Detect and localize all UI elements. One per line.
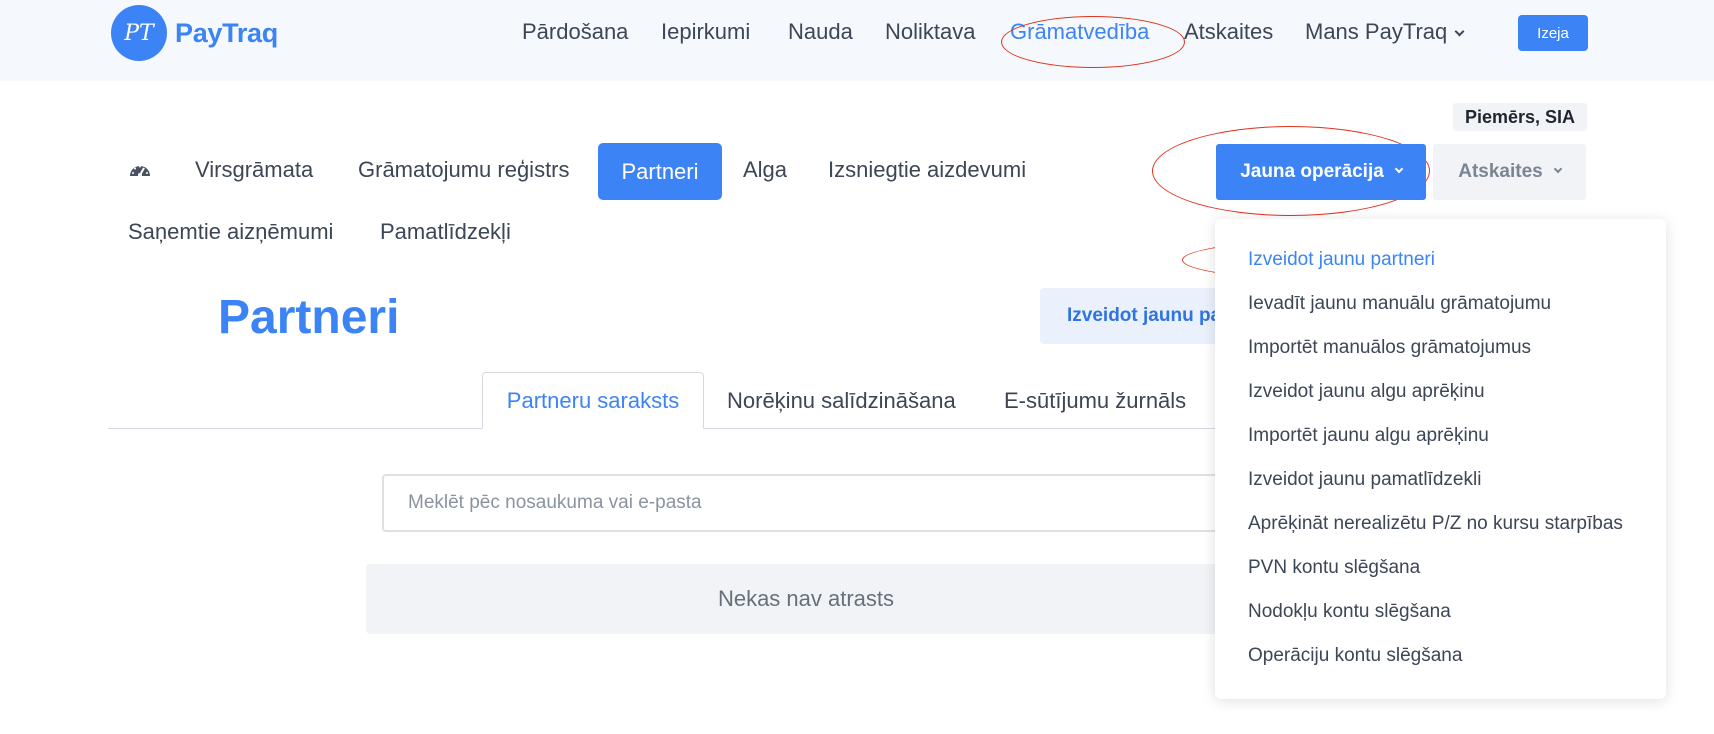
topnav-item-atskaites[interactable]: Atskaites xyxy=(1184,17,1273,47)
company-name-badge: Piemērs, SIA xyxy=(1453,103,1587,131)
subnav-item-izsniegtie-aizdevumi[interactable]: Izsniegtie aizdevumi xyxy=(828,155,1026,185)
dropdown-item-create-partner[interactable]: Izveidot jaunu partneri xyxy=(1248,247,1435,273)
logout-button[interactable]: Izeja xyxy=(1518,15,1588,51)
subnav-item-partneri[interactable]: Partneri xyxy=(598,143,722,200)
subnav-item-alga[interactable]: Alga xyxy=(743,155,787,185)
tab-e-sutijumu-zurnals[interactable]: E-sūtījumu žurnāls xyxy=(1004,372,1186,429)
subnav-item-sanemtie-aiznemumi[interactable]: Saņemtie aizņēmumi xyxy=(128,217,333,247)
topnav-item-mans-paytraq-label: Mans PayTraq xyxy=(1305,19,1448,44)
empty-state: Nekas nav atrasts xyxy=(366,564,1246,634)
logo-text: PayTraq xyxy=(175,17,278,48)
create-partner-button[interactable]: Izveidot jaunu pa xyxy=(1040,288,1240,344)
dropdown-item-manual-entry[interactable]: Ievadīt jaunu manuālu grāmatojumu xyxy=(1248,291,1551,317)
dropdown-item-unrealized-fx[interactable]: Aprēķināt nerealizētu P/Z no kursu starp… xyxy=(1248,511,1623,537)
page-title: Partneri xyxy=(218,291,400,344)
new-operation-label: Jauna operācija xyxy=(1240,161,1384,182)
topnav-item-noliktava[interactable]: Noliktava xyxy=(885,17,975,47)
subnav-item-gramatojumu-registrs[interactable]: Grāmatojumu reģistrs xyxy=(358,155,570,185)
search-input[interactable] xyxy=(382,474,1242,532)
gauge-icon[interactable] xyxy=(128,160,152,178)
paytraq-logo[interactable]: PT PayTraq xyxy=(111,5,278,61)
dropdown-item-create-fixed-asset[interactable]: Izveidot jaunu pamatlīdzekli xyxy=(1248,467,1481,493)
new-operation-button[interactable]: Jauna operācija xyxy=(1216,144,1426,200)
new-operation-dropdown: Izveidot jaunu partneri Ievadīt jaunu ma… xyxy=(1215,219,1666,699)
dropdown-item-create-payroll[interactable]: Izveidot jaunu algu aprēķinu xyxy=(1248,379,1485,405)
reports-button[interactable]: Atskaites xyxy=(1433,144,1586,200)
topnav-item-gramatvediba[interactable]: Grāmatvedība xyxy=(1010,17,1149,47)
topnav-item-nauda[interactable]: Nauda xyxy=(788,17,853,47)
dropdown-item-import-payroll[interactable]: Importēt jaunu algu aprēķinu xyxy=(1248,423,1489,449)
topnav-item-iepirkumi[interactable]: Iepirkumi xyxy=(661,17,750,47)
tab-partneru-saraksts[interactable]: Partneru saraksts xyxy=(482,372,704,429)
chevron-down-icon xyxy=(1394,164,1404,174)
logo-mark-icon: PT xyxy=(111,5,167,61)
reports-label: Atskaites xyxy=(1458,161,1543,182)
chevron-down-icon xyxy=(1553,164,1562,174)
topnav-item-mans-paytraq[interactable]: Mans PayTraq xyxy=(1305,17,1465,47)
top-bar: PT PayTraq Pārdošana Iepirkumi Nauda Nol… xyxy=(0,0,1714,81)
dropdown-item-tax-closing[interactable]: Nodokļu kontu slēgšana xyxy=(1248,599,1451,625)
tab-norekinu-salidzinasana[interactable]: Norēķinu salīdzināšana xyxy=(727,372,956,429)
chevron-down-icon xyxy=(1454,26,1465,37)
dropdown-item-vat-closing[interactable]: PVN kontu slēgšana xyxy=(1248,555,1420,581)
subnav-item-pamatlidzekli[interactable]: Pamatlīdzekļi xyxy=(380,217,511,247)
topnav-item-pardosana[interactable]: Pārdošana xyxy=(522,17,628,47)
dropdown-item-import-manual-entries[interactable]: Importēt manuālos grāmatojumus xyxy=(1248,335,1531,361)
dropdown-item-operations-closing[interactable]: Operāciju kontu slēgšana xyxy=(1248,643,1462,669)
subnav-item-virsgramata[interactable]: Virsgrāmata xyxy=(195,155,313,185)
